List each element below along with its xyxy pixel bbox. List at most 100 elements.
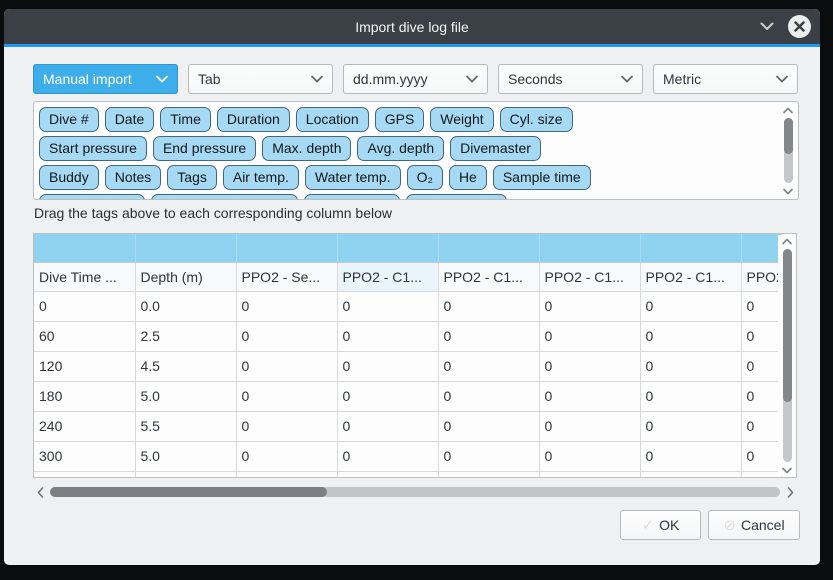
tag-chip-avg-depth[interactable]: Avg. depth — [357, 136, 444, 161]
combo-manual-import[interactable]: Manual import — [33, 64, 178, 94]
tag-row: Dive #DateTimeDurationLocationGPSWeight C… — [39, 107, 769, 132]
tag-chip-sample-cns[interactable]: Sample CNS — [406, 194, 507, 200]
tag-chip-location[interactable]: Location — [296, 107, 369, 132]
cell: 0 — [741, 411, 781, 441]
tag-chip-time[interactable]: Time — [160, 107, 211, 132]
accent-line — [4, 44, 820, 47]
cell: 0 — [34, 291, 135, 321]
chevron-down-icon[interactable] — [759, 19, 775, 35]
combo-metric[interactable]: Metric — [653, 64, 798, 94]
tag-chip-sample-temperature[interactable]: Sample temperature — [151, 194, 298, 200]
table-scroll-thumb[interactable] — [783, 249, 792, 402]
combo-seconds[interactable]: Seconds — [498, 64, 643, 94]
cell: 0 — [539, 321, 640, 351]
close-button[interactable] — [788, 15, 811, 38]
tag-chip-cyl-size[interactable]: Cyl. size — [500, 107, 573, 132]
hscroll-thumb[interactable] — [50, 487, 327, 497]
column-drop-target-3[interactable] — [337, 234, 438, 262]
tag-chip-water-temp[interactable]: Water temp. — [305, 165, 401, 190]
table-scroll-down-icon[interactable] — [782, 464, 792, 476]
data-row: 00.0000000 — [34, 291, 781, 321]
tag-chip-notes[interactable]: Notes — [105, 165, 162, 190]
cell: 2.5 — [135, 321, 236, 351]
title-bar[interactable]: Import dive log file — [4, 9, 820, 44]
ok-button[interactable]: ✓ OK — [620, 510, 701, 540]
column-header-0: Dive Time ... — [34, 262, 135, 291]
column-header-4: PPO2 - C1... — [438, 262, 539, 291]
cell: 0 — [539, 381, 640, 411]
tag-chip-weight[interactable]: Weight — [430, 107, 493, 132]
cell: 0 — [236, 381, 337, 411]
combo-tab[interactable]: Tab — [188, 64, 333, 94]
cell: 0 — [236, 321, 337, 351]
tag-chip-gps[interactable]: GPS — [375, 107, 425, 132]
data-row: 1805.0000000 — [34, 381, 781, 411]
import-dialog: Import dive log file Manual import Tab dd.… — [4, 9, 820, 565]
table-scroll-track[interactable] — [783, 249, 792, 462]
tag-rows: Dive #DateTimeDurationLocationGPSWeight C… — [39, 107, 769, 200]
tag-chip-sample-po[interactable]: Sample pO₂ — [304, 194, 399, 200]
tag-scrollbar[interactable] — [780, 104, 796, 197]
cell: 0 — [337, 411, 438, 441]
tag-chip-duration[interactable]: Duration — [217, 107, 290, 132]
table-scrollbar[interactable] — [778, 235, 795, 476]
tag-chip-date[interactable]: Date — [105, 107, 155, 132]
tag-chip-buddy[interactable]: Buddy — [39, 165, 99, 190]
cell: 0 — [438, 441, 539, 471]
cell — [236, 471, 337, 478]
drag-instruction: Drag the tags above to each correspondin… — [34, 205, 392, 221]
tag-chip-sample-time[interactable]: Sample time — [493, 165, 591, 190]
cell: 0 — [640, 321, 741, 351]
tag-chip-o[interactable]: O₂ — [407, 165, 443, 190]
hscroll-track[interactable] — [50, 487, 780, 497]
cell: 240 — [34, 411, 135, 441]
tag-scroll-thumb[interactable] — [784, 118, 793, 154]
cancel-circle-icon: ⊘ — [723, 516, 736, 534]
tag-chip-sample-depth[interactable]: Sample depth — [39, 194, 145, 200]
cell: 0 — [337, 441, 438, 471]
tag-chip-dive[interactable]: Dive # — [39, 107, 99, 132]
combo-label: dd.mm.yyyy — [353, 71, 428, 87]
tag-chip-end-pressure[interactable]: End pressure — [153, 136, 256, 161]
data-row: 1204.5000000 — [34, 351, 781, 381]
cell: 0 — [539, 411, 640, 441]
horizontal-scrollbar[interactable] — [33, 482, 797, 502]
combo-label: Metric — [663, 71, 701, 87]
tag-row: Sample depth Sample temperature Sample pO₂… — [39, 194, 769, 200]
scroll-right-icon[interactable] — [783, 487, 797, 498]
column-drop-target-2[interactable] — [236, 234, 337, 262]
column-header-1: Depth (m) — [135, 262, 236, 291]
tag-scroll-track[interactable] — [784, 118, 793, 183]
column-drop-target-6[interactable] — [640, 234, 741, 262]
cell: 0 — [438, 321, 539, 351]
tag-chip-max-depth[interactable]: Max. depth — [262, 136, 351, 161]
table-scroll-up-icon[interactable] — [782, 235, 792, 247]
cancel-button[interactable]: ⊘ Cancel — [708, 510, 800, 540]
tag-scroll-down-icon[interactable] — [783, 185, 793, 197]
column-drop-target-1[interactable] — [135, 234, 236, 262]
chevron-down-icon — [776, 75, 788, 83]
combo-label: Tab — [198, 71, 221, 87]
tag-chip-tags[interactable]: Tags — [167, 165, 217, 190]
cell: 60 — [34, 321, 135, 351]
tag-chip-air-temp[interactable]: Air temp. — [223, 165, 299, 190]
cell — [539, 471, 640, 478]
tag-row: BuddyNotesTagsAir temp.Water temp.O₂HeSa… — [39, 165, 769, 190]
preview-table: Dive Time ...Depth (m)PPO2 - Se...PPO2 -… — [33, 233, 797, 478]
column-drop-target-5[interactable] — [539, 234, 640, 262]
tag-scroll-up-icon[interactable] — [783, 104, 793, 116]
cell — [34, 471, 135, 478]
column-drop-target-7[interactable] — [741, 234, 781, 262]
column-drop-target-0[interactable] — [34, 234, 135, 262]
cell: 0 — [236, 441, 337, 471]
combo-dd-mm-yyyy[interactable]: dd.mm.yyyy — [343, 64, 488, 94]
scroll-left-icon[interactable] — [33, 487, 47, 498]
tag-chip-divemaster[interactable]: Divemaster — [450, 136, 541, 161]
preview-grid: Dive Time ...Depth (m)PPO2 - Se...PPO2 -… — [34, 234, 782, 478]
tag-chip-he[interactable]: He — [449, 165, 487, 190]
cell: 0 — [741, 291, 781, 321]
tag-chip-start-pressure[interactable]: Start pressure — [39, 136, 147, 161]
cell: 0 — [337, 381, 438, 411]
column-drop-target-4[interactable] — [438, 234, 539, 262]
chevron-down-icon — [156, 75, 168, 83]
